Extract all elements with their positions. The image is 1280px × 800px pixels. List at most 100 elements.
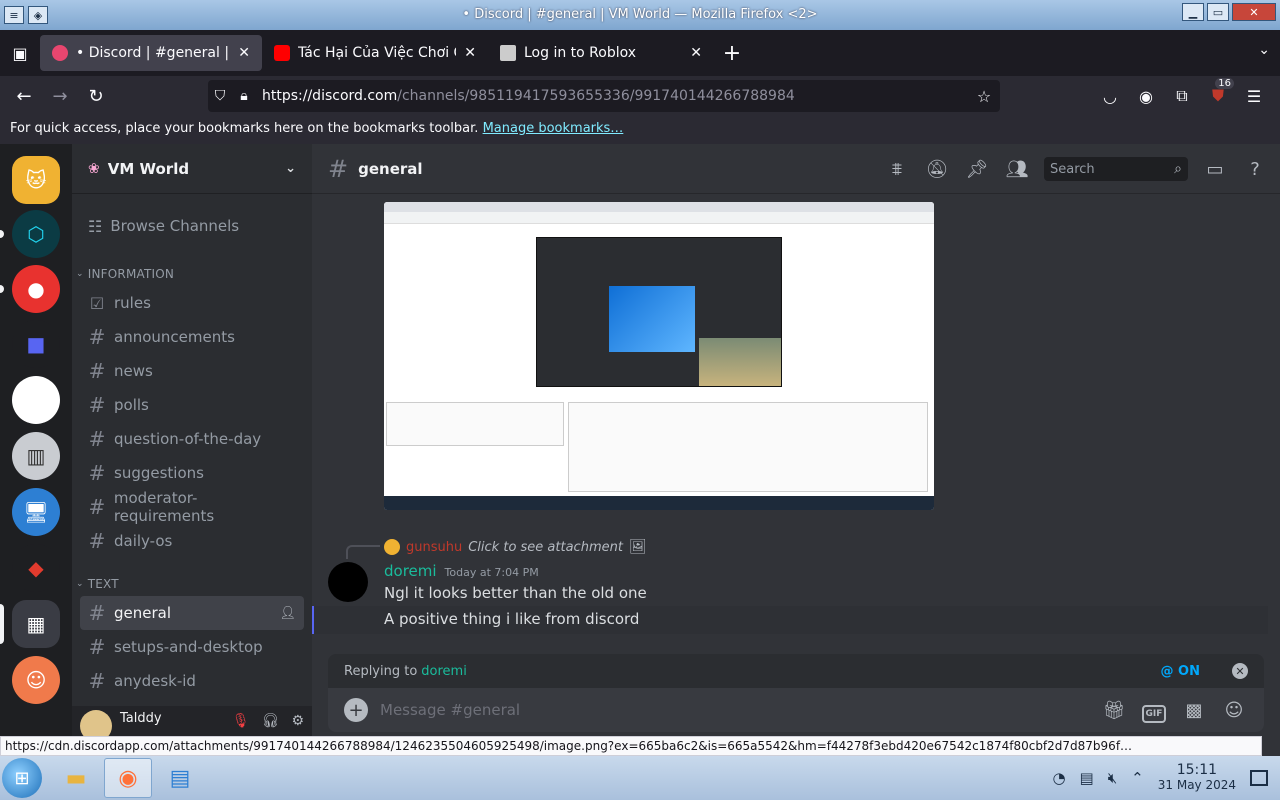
message-composer: + 🎁︎ GIF ▩ ☺ [328,688,1264,732]
headphones-icon[interactable]: 🎧︎ [262,713,280,729]
guild-pet-server[interactable]: 🐱 [12,156,60,204]
channel-rules[interactable]: ☑ rules [80,286,304,320]
microphone-muted-icon[interactable]: 🎙︎ [232,713,250,729]
start-button[interactable]: ⊞ [2,758,42,798]
bookmark-star-icon[interactable]: ☆ [968,87,1000,106]
channel-label: polls [114,396,149,414]
server-header[interactable]: ❀ VM World ⌄ [72,144,312,194]
tab-discord[interactable]: • Discord | #general | VM World ✕ [40,35,262,71]
search-icon: ⌕ [1174,161,1182,177]
maximize-button[interactable]: ▭ [1207,3,1229,21]
chevron-up-icon[interactable]: ⌃ [1131,769,1144,787]
network-icon[interactable]: ◔ [1052,769,1065,787]
guild-folder[interactable]: ■ [12,320,60,368]
channel-daily-os[interactable]: # daily-os [80,524,304,558]
message-input[interactable] [380,701,1088,719]
image-attachment[interactable] [384,202,934,510]
list-all-tabs-chevron-icon[interactable]: ⌄ [1258,42,1270,58]
channel-suggestions[interactable]: # suggestions [80,456,304,490]
guild-white-server[interactable] [12,376,60,424]
search-box[interactable]: Search ⌕ [1044,157,1188,181]
help-icon[interactable]: ? [1242,153,1268,185]
gift-icon[interactable]: 🎁︎ [1100,700,1128,721]
reply-author[interactable]: gunsuhu [406,540,462,555]
guild-pillar-server[interactable]: ▥ [12,432,60,480]
minimize-button[interactable]: ▁ [1182,3,1204,21]
attachment-browser-urlbar [384,212,934,224]
extensions-icon[interactable]: ⧉ [1166,80,1198,112]
show-desktop-icon[interactable] [1250,770,1268,786]
gear-icon[interactable]: ⚙ [291,713,304,729]
avatar[interactable] [328,562,368,602]
add-attachment-button[interactable]: + [344,698,368,722]
notification-muted-icon[interactable]: 🔕︎ [924,153,950,185]
clipboard-icon[interactable]: ▤ [1080,769,1094,787]
url-text[interactable]: https://discord.com/channels/98511941759… [256,88,968,104]
emoji-icon[interactable]: ☺ [1220,700,1248,721]
forward-button[interactable]: → [42,80,78,112]
username[interactable]: Talddy [120,711,162,726]
lock-icon[interactable]: 🔒︎ [232,88,256,104]
channel-moderator-requirements[interactable]: # moderator-requirements [80,489,304,525]
close-window-button[interactable]: ✕ [1232,3,1276,21]
channel-polls[interactable]: # polls [80,388,304,422]
attachment-left-panel [386,402,564,446]
guild-ultraviewer-server[interactable]: 🖥 [12,488,60,536]
new-tab-button[interactable]: + [714,35,750,71]
channel-general[interactable]: # general 👤︎ [80,596,304,630]
guild-cartoon-server[interactable]: ☺ [12,656,60,704]
tab-close-icon[interactable]: ✕ [464,45,476,61]
message-author[interactable]: doremi [384,562,437,580]
address-bar[interactable]: ⛉ 🔒︎ https://discord.com/channels/985119… [208,80,1000,112]
remote-desktop-icon[interactable]: ▤ [156,758,204,798]
tab-close-icon[interactable]: ✕ [690,45,702,61]
tab-youtube[interactable]: Tác Hại Của Việc Chơi Game ✕ [262,35,488,71]
inbox-icon[interactable]: ▭ [1202,153,1228,185]
reload-button[interactable]: ↻ [78,80,114,112]
clock[interactable]: 15:11 31 May 2024 [1158,763,1236,793]
bookmarks-hint: For quick access, place your bookmarks h… [10,121,479,136]
channel-setups-and-desktop[interactable]: # setups-and-desktop [80,630,304,664]
channel-anydesk-id[interactable]: # anydesk-id [80,664,304,698]
category-text[interactable]: ⌄ TEXT [72,572,312,596]
account-icon[interactable]: ◉ [1130,80,1162,112]
category-information[interactable]: ⌄ INFORMATION [72,262,312,286]
tab-roblox[interactable]: Log in to Roblox ✕ [488,35,714,71]
window-pin-icon[interactable]: ◈ [28,6,48,24]
browse-channels-button[interactable]: ☷ Browse Channels [80,204,304,248]
pin-icon[interactable]: 📌︎ [964,153,990,185]
invite-member-icon[interactable]: 👤︎ [279,606,296,621]
discord-favicon-icon [52,45,68,61]
channel-question-of-the-day[interactable]: # question-of-the-day [80,422,304,456]
guild-shield-server[interactable]: ⬡ [12,210,60,258]
channel-news[interactable]: # news [80,354,304,388]
volume-muted-icon[interactable]: 🔇︎ [1108,769,1117,787]
guild-vm-world-server[interactable]: ▦ [12,600,60,648]
menu-icon[interactable]: ☰ [1238,80,1270,112]
tab-close-icon[interactable]: ✕ [238,45,250,61]
firefox-taskbar-icon[interactable]: ◉ [104,758,152,798]
tracking-shield-icon[interactable]: ⛉ [208,88,232,104]
channel-announcements[interactable]: # announcements [80,320,304,354]
gif-button[interactable]: GIF [1140,700,1168,723]
window-menu-icon[interactable]: ≡ [4,6,24,24]
replying-to-name: doremi [421,663,467,679]
replying-prefix: Replying to [344,663,418,679]
reply-reference[interactable]: gunsuhu Click to see attachment 🖼︎ [384,538,647,556]
member-list-icon[interactable]: 👥︎ [1004,153,1030,185]
mention-toggle[interactable]: @ ON [1161,664,1200,679]
manage-bookmarks-link[interactable]: Manage bookmarks… [483,121,624,136]
threads-icon[interactable]: ⩨ [884,153,910,185]
ublock-extension-icon[interactable]: ⛊ 16 [1202,78,1234,112]
firefox-view-icon[interactable]: ▣ [0,30,40,76]
file-explorer-icon[interactable]: ▬ [52,758,100,798]
reply-text[interactable]: Click to see attachment [468,540,623,555]
youtube-favicon-icon [274,45,290,61]
close-icon[interactable]: ✕ [1232,663,1248,679]
unread-pill [0,230,4,238]
guild-red-server[interactable]: ● [12,265,60,313]
guild-anydesk-server[interactable]: ◆ [12,544,60,592]
pocket-icon[interactable]: ◡ [1094,80,1126,112]
sticker-icon[interactable]: ▩ [1180,700,1208,721]
back-button[interactable]: ← [6,80,42,112]
